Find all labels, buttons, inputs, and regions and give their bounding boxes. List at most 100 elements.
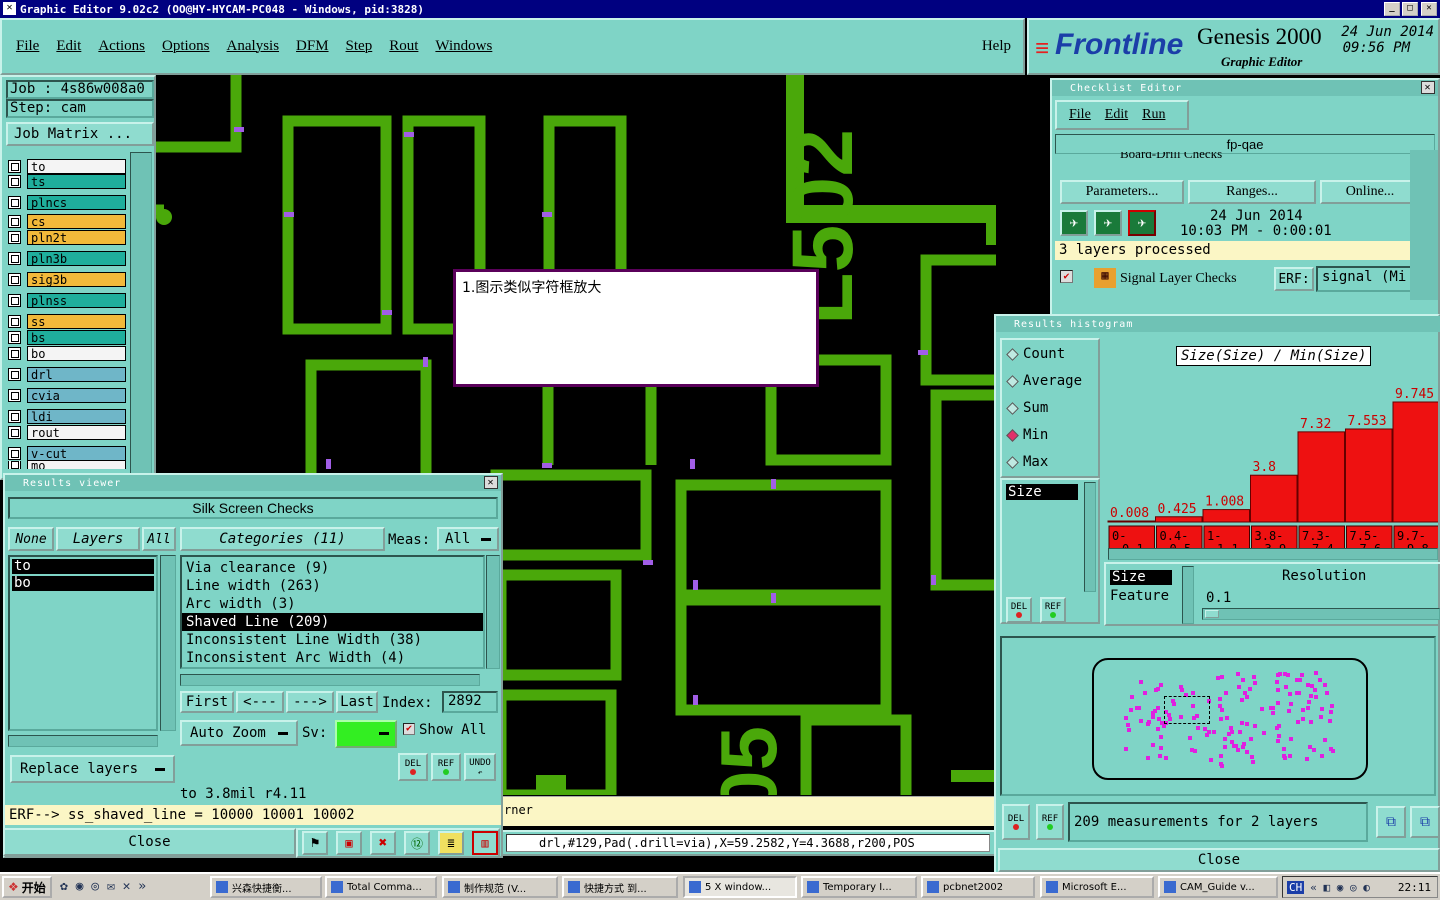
rv-auto-zoom-select[interactable]: Auto Zoom <box>180 720 298 746</box>
resolution-list-feature[interactable]: Feature <box>1110 588 1169 604</box>
checklist-menu-file[interactable]: File <box>1069 107 1091 123</box>
layer-row-mo[interactable]: mo <box>8 461 126 469</box>
rv-sv-color-select[interactable] <box>335 720 397 748</box>
layer-name[interactable]: ts <box>27 174 126 189</box>
rv-category-item[interactable]: Inconsistent Line Width (38) <box>182 631 483 649</box>
job-matrix-button[interactable]: Job Matrix ... <box>6 122 154 146</box>
layer-row-bo[interactable]: bo <box>8 346 126 361</box>
rv-del-button[interactable]: DEL <box>398 753 428 781</box>
taskbar-item[interactable]: Microsoft E... <box>1040 876 1154 898</box>
layer-row-pln2t[interactable]: pln2t <box>8 230 126 245</box>
layer-name[interactable]: bs <box>27 330 126 345</box>
layer-name[interactable]: bo <box>27 346 126 361</box>
menu-windows[interactable]: Windows <box>435 38 492 55</box>
rv-category-item[interactable]: Inconsistent Arc Width (4) <box>182 649 483 667</box>
layer-row-cs[interactable]: cs <box>8 214 126 229</box>
menu-help[interactable]: Help <box>982 38 1011 55</box>
ov-del-button[interactable]: DEL <box>1002 804 1030 840</box>
layer-name[interactable]: mo <box>27 461 126 469</box>
menu-analysis[interactable]: Analysis <box>227 38 280 55</box>
rv-last-button[interactable]: Last <box>336 691 378 713</box>
layer-checkbox[interactable] <box>8 461 21 469</box>
layer-row-sig3b[interactable]: sig3b <box>8 272 126 287</box>
rv-category-item[interactable]: Via clearance (9) <box>182 559 483 577</box>
rv-layer-list[interactable]: to bo <box>8 555 158 731</box>
layer-name[interactable]: cs <box>27 214 126 229</box>
zoom-box-icon[interactable]: ⧉ <box>1410 806 1440 838</box>
layer-name[interactable]: pln2t <box>27 230 126 245</box>
histogram-icon[interactable]: ▥ <box>472 831 498 855</box>
layer-name[interactable]: cvia <box>27 388 126 403</box>
layer-checkbox[interactable] <box>8 294 21 307</box>
online-button-1[interactable]: Online... <box>1320 180 1420 204</box>
results-viewer-close-icon[interactable]: ✕ <box>484 476 498 489</box>
layer-checkbox[interactable] <box>8 315 21 328</box>
rv-layer-hscroll[interactable] <box>8 735 158 747</box>
layer-checkbox[interactable] <box>8 347 21 360</box>
layer-checkbox[interactable] <box>8 252 21 265</box>
run-icon-1[interactable]: ✈ <box>1060 210 1088 236</box>
layer-list-scrollbar[interactable] <box>130 152 152 482</box>
checklist-row-2-check[interactable]: ✔ <box>1060 270 1073 283</box>
histogram-option-min[interactable]: Min <box>1006 427 1048 443</box>
hist-del-button[interactable]: DEL <box>1006 597 1032 623</box>
checklist-close-icon[interactable]: ✕ <box>1421 81 1435 94</box>
layer-row-to[interactable]: to <box>8 159 126 174</box>
layer-name[interactable]: to <box>27 159 126 174</box>
histogram-option-average[interactable]: Average <box>1006 373 1082 389</box>
layer-row-v-cut[interactable]: v-cut <box>8 446 126 461</box>
histogram-close-button[interactable]: Close <box>998 848 1440 872</box>
rv-category-item[interactable]: Line width (263) <box>182 577 483 595</box>
layer-name[interactable]: rout <box>27 425 126 440</box>
rv-next-button[interactable]: ---> <box>286 691 334 713</box>
histogram-list-item[interactable]: Size <box>1006 484 1078 500</box>
layer-row-bs[interactable]: bs <box>8 330 126 345</box>
taskbar-item[interactable]: 制作规范 (V... <box>442 876 558 898</box>
hist-ref-button[interactable]: REF <box>1040 597 1066 623</box>
histogram-list-scrollbar[interactable] <box>1084 482 1096 592</box>
erf-value-field[interactable]: signal (Mi <box>1316 266 1422 292</box>
radio-diamond-icon[interactable] <box>1006 374 1019 388</box>
rv-categories-button[interactable]: Categories (11) <box>180 527 385 551</box>
rv-layers-button[interactable]: Layers <box>56 527 140 551</box>
checklist-vscroll[interactable] <box>1410 150 1438 300</box>
layer-name[interactable]: sig3b <box>27 272 126 287</box>
close-window-button[interactable]: ✕ <box>1421 2 1437 16</box>
rv-replace-layers-select[interactable]: Replace layers <box>10 755 175 783</box>
resolution-list[interactable]: Size Feature <box>1108 566 1178 624</box>
resolution-slider[interactable] <box>1202 608 1440 620</box>
histogram-hscroll[interactable] <box>1108 548 1438 560</box>
layer-row-ss[interactable]: ss <box>8 314 126 329</box>
taskbar-item[interactable]: 快捷方式 到... <box>562 876 678 898</box>
layer-checkbox[interactable] <box>8 410 21 423</box>
rv-prev-button[interactable]: <--- <box>236 691 284 713</box>
rv-category-scrollbar[interactable] <box>486 555 500 669</box>
layer-checkbox[interactable] <box>8 368 21 381</box>
layer-name[interactable]: ldi <box>27 409 126 424</box>
taskbar-item[interactable]: Temporary I... <box>801 876 917 898</box>
layer-name[interactable]: pln3b <box>27 251 126 266</box>
layer-row-plncs[interactable]: plncs <box>8 195 126 210</box>
rv-first-button[interactable]: First <box>180 691 234 713</box>
histogram-option-max[interactable]: Max <box>1006 454 1048 470</box>
run-icon-3[interactable]: ✈ <box>1128 210 1156 236</box>
ov-ref-button[interactable]: REF <box>1036 804 1064 840</box>
rv-category-item[interactable]: Shaved Line (209) <box>182 613 483 631</box>
rv-category-list[interactable]: Via clearance (9) Line width (263) Arc wid… <box>180 555 485 669</box>
layer-row-ldi[interactable]: ldi <box>8 409 126 424</box>
menu-options[interactable]: Options <box>162 38 210 55</box>
rv-ref-button[interactable]: REF <box>431 753 461 781</box>
rv-close-button[interactable]: Close <box>3 828 296 856</box>
menu-actions[interactable]: Actions <box>98 38 145 55</box>
rv-layer-scrollbar[interactable] <box>160 555 176 731</box>
radio-diamond-icon[interactable] <box>1006 347 1019 361</box>
rv-category-hscroll[interactable] <box>180 674 480 686</box>
layer-name[interactable]: plncs <box>27 195 126 210</box>
layer-checkbox[interactable] <box>8 426 21 439</box>
taskbar-item[interactable]: 兴森快捷衡... <box>210 876 322 898</box>
taskbar-item[interactable]: Total Comma... <box>325 876 437 898</box>
layer-count-icon[interactable]: ⑫ <box>404 831 430 855</box>
radio-diamond-icon[interactable] <box>1006 455 1019 469</box>
menu-dfm[interactable]: DFM <box>296 38 329 55</box>
no-layer-icon[interactable]: ✖ <box>370 831 396 855</box>
